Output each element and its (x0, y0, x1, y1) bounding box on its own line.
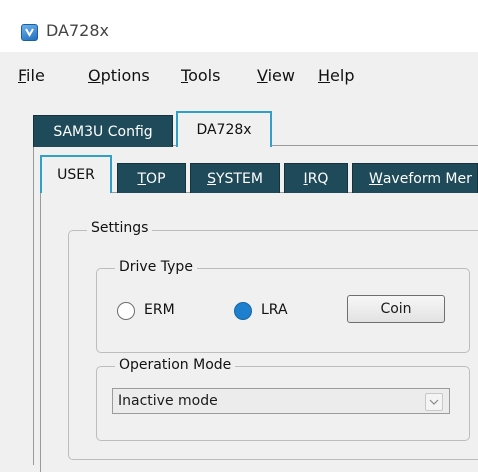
chevron-down-icon (425, 393, 443, 411)
radio-erm-label: ERM (144, 302, 175, 318)
radio-lra[interactable] (234, 302, 252, 320)
operation-mode-select[interactable]: Inactive mode (112, 388, 450, 414)
coin-button[interactable]: Coin (347, 295, 445, 323)
tab-user[interactable]: USER (40, 155, 112, 193)
tab-sam3u-config[interactable]: SAM3U Config (33, 115, 173, 147)
tab-da728x[interactable]: DA728x (176, 111, 272, 147)
operation-mode-label: Operation Mode (115, 357, 236, 373)
window-title: DA728x (46, 21, 109, 40)
tab-system[interactable]: S YSTEM (190, 163, 280, 193)
drive-type-label: Drive Type (115, 259, 197, 275)
settings-label: Settings (87, 220, 153, 236)
app-icon (21, 24, 38, 41)
menu-file[interactable]: File (18, 66, 45, 85)
radio-lra-label: LRA (261, 302, 288, 318)
radio-erm[interactable] (117, 302, 135, 320)
menu-options[interactable]: Options (88, 66, 150, 85)
tab-irq[interactable]: I RQ (284, 163, 348, 193)
tab-waveform-memory[interactable]: Waveform Mer (352, 163, 478, 193)
tab-top[interactable]: T OP (117, 163, 186, 193)
menu-view[interactable]: View (257, 66, 295, 85)
menu-tools[interactable]: Tools (181, 66, 220, 85)
operation-mode-value: Inactive mode (118, 393, 218, 409)
menu-help[interactable]: Help (318, 66, 354, 85)
menu-bar (0, 52, 478, 98)
